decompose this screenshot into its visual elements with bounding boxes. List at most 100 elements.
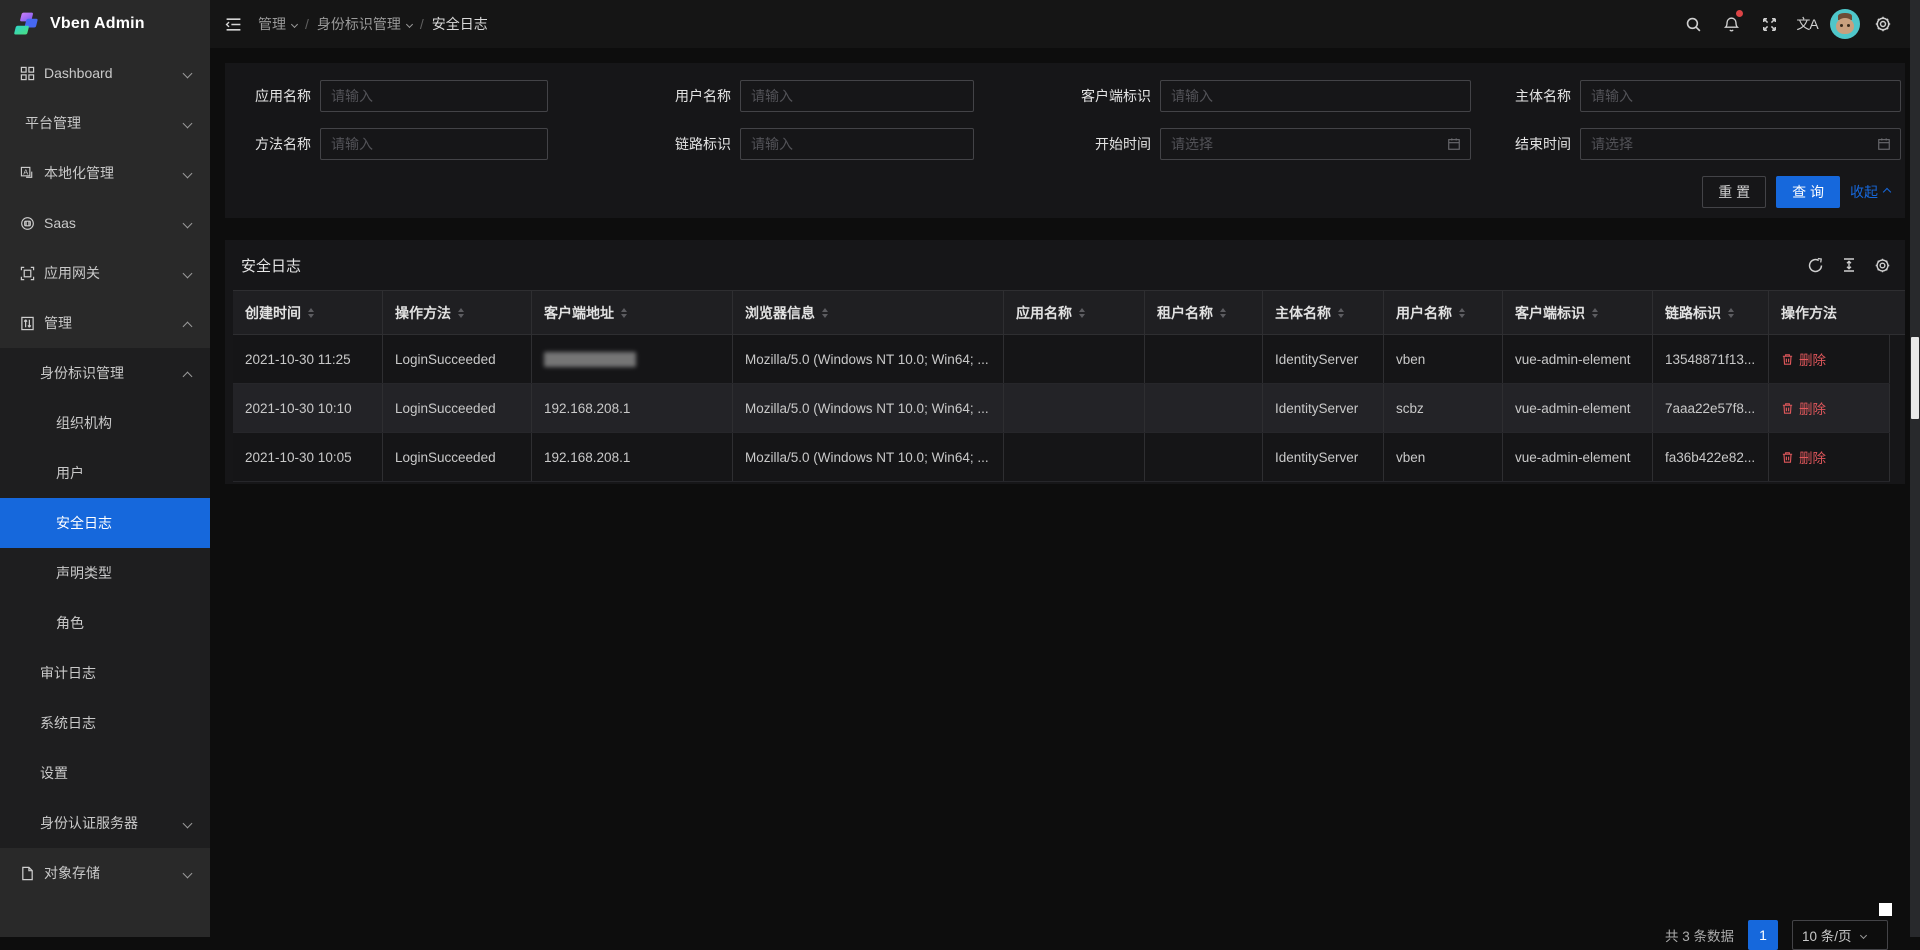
cell-browser-info: Mozilla/5.0 (Windows NT 10.0; Win64; ... — [733, 433, 1004, 481]
notification-bell-icon[interactable] — [1712, 0, 1750, 48]
client-id-input[interactable] — [1160, 80, 1471, 112]
column-header-created-time[interactable]: 创建时间 — [233, 291, 383, 334]
sidebar-item-saas[interactable]: Saas — [0, 198, 210, 248]
column-header-trace-id[interactable]: 链路标识 — [1653, 291, 1769, 334]
column-header-client-address[interactable]: 客户端地址 — [532, 291, 733, 334]
search-button[interactable]: 查 询 — [1776, 176, 1840, 208]
method-name-input[interactable] — [320, 128, 548, 160]
fullscreen-icon[interactable] — [1750, 0, 1788, 48]
sort-carets-icon — [458, 308, 464, 318]
filter-buttons: 重 置 查 询 收起 — [1702, 176, 1890, 208]
cell-actions: 删除 — [1769, 384, 1890, 432]
delete-button[interactable]: 删除 — [1781, 398, 1826, 418]
cell-created-time: 2021-10-30 11:25 — [233, 335, 383, 383]
sidebar-item-audit-log[interactable]: 审计日志 — [0, 648, 210, 698]
sidebar-item-gateway[interactable]: 应用网关 — [0, 248, 210, 298]
user-avatar[interactable] — [1826, 0, 1864, 48]
pagination-page-1[interactable]: 1 — [1748, 920, 1778, 950]
page-size-select[interactable]: 10 条/页 — [1792, 920, 1888, 950]
horizontal-scrollbar-thumb[interactable] — [1879, 903, 1892, 916]
breadcrumb-item-identity-management[interactable]: 身份标识管理 — [317, 14, 412, 34]
localization-icon: A — [20, 166, 35, 181]
column-header-user-name[interactable]: 用户名称 — [1384, 291, 1503, 334]
sidebar-item-users[interactable]: 用户 — [0, 448, 210, 498]
table-row: 2021-10-30 11:25 LoginSucceeded Mozilla/… — [233, 335, 1890, 384]
table-settings-gear-icon[interactable] — [1874, 257, 1891, 274]
column-header-subject-name[interactable]: 主体名称 — [1263, 291, 1384, 334]
user-name-input[interactable] — [740, 80, 974, 112]
delete-button[interactable]: 删除 — [1781, 447, 1826, 467]
app-title: Vben Admin — [50, 15, 145, 33]
field-label: 开始时间 — [1065, 134, 1151, 154]
cell-user-name: vben — [1384, 433, 1503, 481]
translate-icon[interactable]: 文A — [1788, 0, 1826, 48]
vertical-scrollbar-thumb[interactable] — [1911, 337, 1919, 419]
field-label: 方法名称 — [225, 134, 311, 154]
sidebar-item-label: 本地化管理 — [44, 163, 114, 183]
column-header-client-id[interactable]: 客户端标识 — [1503, 291, 1653, 334]
sidebar-item-label: 应用网关 — [44, 263, 100, 283]
column-header-app-name[interactable]: 应用名称 — [1004, 291, 1145, 334]
filter-field-trace-id: 链路标识 — [645, 128, 1065, 160]
sidebar-item-identity-server[interactable]: 身份认证服务器 — [0, 798, 210, 848]
reset-button[interactable]: 重 置 — [1702, 176, 1766, 208]
gateway-icon — [20, 266, 35, 281]
menu-fold-icon[interactable] — [225, 16, 242, 33]
chevron-down-icon — [183, 219, 193, 229]
gear-icon[interactable] — [1864, 0, 1902, 48]
filter-field-end-time: 结束时间 — [1485, 128, 1905, 160]
column-header-operation-method[interactable]: 操作方法 — [383, 291, 532, 334]
sidebar-item-localization[interactable]: A 本地化管理 — [0, 148, 210, 198]
search-icon[interactable] — [1674, 0, 1712, 48]
sidebar-item-claim-types[interactable]: 声明类型 — [0, 548, 210, 598]
breadcrumb-item-manage[interactable]: 管理 — [258, 14, 297, 34]
sidebar-item-dashboard[interactable]: Dashboard — [0, 48, 210, 98]
sidebar-item-identity-management[interactable]: 身份标识管理 — [0, 348, 210, 398]
sidebar-item-security-log[interactable]: 安全日志 — [0, 498, 210, 548]
trace-id-input[interactable] — [740, 128, 974, 160]
sidebar-item-platform[interactable]: 平台管理 — [0, 98, 210, 148]
column-header-actions: 操作方法 — [1769, 291, 1905, 334]
breadcrumb-label: 安全日志 — [432, 14, 488, 34]
redacted-ip-blur — [544, 352, 636, 367]
end-time-picker[interactable] — [1580, 128, 1901, 160]
sidebar-item-manage[interactable]: 管理 — [0, 298, 210, 348]
trash-icon — [1781, 353, 1794, 366]
header-actions: 文A — [1674, 0, 1920, 48]
delete-label: 删除 — [1799, 398, 1826, 418]
app-name-input[interactable] — [320, 80, 548, 112]
chevron-up-icon — [1883, 188, 1891, 196]
sidebar-item-roles[interactable]: 角色 — [0, 598, 210, 648]
refresh-icon[interactable] — [1807, 257, 1824, 274]
sidebar-item-system-log[interactable]: 系统日志 — [0, 698, 210, 748]
dashboard-grid-icon — [20, 66, 35, 81]
delete-button[interactable]: 删除 — [1781, 349, 1826, 369]
sort-carets-icon — [1220, 308, 1226, 318]
table-title-bar: 安全日志 — [225, 240, 1905, 290]
sidebar-item-object-storage[interactable]: 对象存储 — [0, 848, 210, 898]
sidebar-item-label: 对象存储 — [44, 863, 100, 883]
sidebar-item-organization[interactable]: 组织机构 — [0, 398, 210, 448]
filter-field-subject-name: 主体名称 — [1485, 80, 1905, 112]
cell-app-name — [1004, 384, 1145, 432]
sort-carets-icon — [308, 308, 314, 318]
sort-carets-icon — [1079, 308, 1085, 318]
cell-client-id: vue-admin-element — [1503, 433, 1653, 481]
pagination-total: 共 3 条数据 — [1665, 925, 1734, 945]
cell-trace-id: 13548871f13... — [1653, 335, 1769, 383]
column-header-tenant-name[interactable]: 租户名称 — [1145, 291, 1263, 334]
sidebar-item-label: 审计日志 — [40, 663, 96, 683]
cell-app-name — [1004, 433, 1145, 481]
column-header-browser-info[interactable]: 浏览器信息 — [733, 291, 1004, 334]
collapse-link[interactable]: 收起 — [1850, 182, 1890, 202]
start-time-picker[interactable] — [1160, 128, 1471, 160]
app-logo[interactable]: Vben Admin — [0, 0, 210, 48]
cell-operation-method: LoginSucceeded — [383, 335, 532, 383]
subject-name-input[interactable] — [1580, 80, 1901, 112]
sidebar-item-settings[interactable]: 设置 — [0, 748, 210, 798]
filter-field-start-time: 开始时间 — [1065, 128, 1485, 160]
cell-subject-name: IdentityServer — [1263, 433, 1384, 481]
breadcrumb: 管理 / 身份标识管理 / 安全日志 — [258, 14, 488, 34]
column-height-icon[interactable] — [1841, 257, 1857, 273]
cell-client-address — [532, 335, 733, 383]
